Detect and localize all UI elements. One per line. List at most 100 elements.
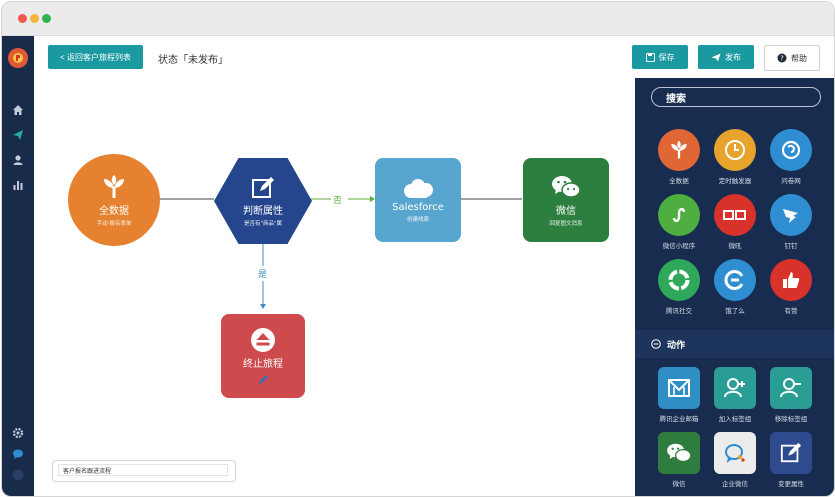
- action-remove-tag-group[interactable]: 移除标签组: [770, 367, 812, 423]
- search-label: 搜索: [666, 93, 686, 105]
- title-bar: [2, 2, 834, 36]
- trigger-label: 定时触发器: [718, 177, 752, 185]
- edit-icon: [770, 432, 812, 474]
- clock-icon: [714, 129, 756, 171]
- action-label: 微信: [672, 480, 686, 488]
- trigger-youzan[interactable]: 有赞: [770, 259, 812, 315]
- avatar[interactable]: [10, 467, 26, 483]
- pen-icon[interactable]: [257, 374, 269, 386]
- trigger-full-data[interactable]: 全数据: [658, 129, 700, 185]
- trigger-timer[interactable]: 定时触发器: [714, 129, 756, 185]
- node-judge-sub: 是否有"商品"属: [243, 220, 283, 227]
- collapse-minus-icon[interactable]: [651, 339, 661, 349]
- trigger-vhall[interactable]: 微吼: [714, 194, 756, 250]
- send-icon[interactable]: [10, 127, 26, 143]
- back-to-journey-list-button[interactable]: < 返回客户旅程列表: [48, 45, 143, 69]
- svg-text:?: ?: [780, 54, 784, 62]
- chat-icon[interactable]: [10, 446, 26, 462]
- edge-label-no: 否: [333, 196, 343, 206]
- trigger-label: 钉钉: [784, 242, 798, 250]
- wechat-icon: [552, 175, 581, 198]
- salesforce-cloud-icon: [404, 178, 433, 198]
- action-label: 腾讯企业邮箱: [659, 415, 699, 423]
- action-label: 变更属性: [778, 480, 804, 488]
- maximize-window-icon[interactable]: [42, 14, 51, 23]
- remove-user-icon: [770, 367, 812, 409]
- left-sidebar: [2, 36, 34, 496]
- node-wechat-title: 微信: [556, 205, 576, 217]
- help-button[interactable]: ? 帮助: [764, 45, 820, 71]
- node-full-data-sub: 手动·报名表单: [96, 220, 132, 227]
- settings-gear-icon[interactable]: [10, 425, 26, 441]
- component-panel: 搜索 全数据 定时触发器 问卷网 微信小程序 微吼 钉钉 腾讯社交 饿了么 有赞…: [635, 78, 834, 496]
- publish-status: 状态「未发布」: [158, 55, 228, 66]
- tencent-social-icon: [658, 259, 700, 301]
- trigger-miniprogram[interactable]: 微信小程序: [658, 194, 700, 250]
- add-user-icon: [714, 367, 756, 409]
- flow-canvas[interactable]: 否 是 全数据 手动·报名表单 判断属性 是否有"商品"属 Salesforce…: [34, 78, 635, 496]
- app-logo-icon[interactable]: [8, 48, 28, 68]
- close-window-icon[interactable]: [18, 14, 27, 23]
- miniprogram-icon: [658, 194, 700, 236]
- trigger-survey[interactable]: 问卷网: [770, 129, 812, 185]
- flow-name-input[interactable]: [58, 464, 228, 476]
- youzan-icon: [770, 259, 812, 301]
- app-window: < 返回客户旅程列表 状态「未发布」 保存 发布 ? 帮助 否 是 全数据 手动…: [1, 1, 835, 497]
- trigger-eleme[interactable]: 饿了么: [714, 259, 756, 315]
- eject-icon: [251, 327, 275, 352]
- edge-label-yes: 是: [258, 270, 268, 280]
- trigger-label: 有赞: [784, 307, 798, 315]
- node-salesforce-sub: 创建线索: [406, 216, 429, 223]
- chart-icon[interactable]: [10, 177, 26, 193]
- edge-yes-arrow: [260, 304, 266, 309]
- action-wechat[interactable]: 微信: [658, 432, 700, 488]
- action-work-wechat[interactable]: 企业微信: [714, 432, 756, 488]
- action-label: 移除标签组: [774, 415, 808, 423]
- save-button[interactable]: 保存: [632, 45, 688, 69]
- trigger-label: 微吼: [728, 242, 742, 250]
- action-add-tag-group[interactable]: 加入标签组: [714, 367, 756, 423]
- flow-connectors: [159, 196, 522, 309]
- trigger-label: 腾讯社交: [666, 307, 692, 315]
- actions-section-header[interactable]: 动作: [635, 330, 834, 358]
- user-icon[interactable]: [10, 152, 26, 168]
- search-box[interactable]: 搜索: [651, 87, 821, 107]
- home-icon[interactable]: [10, 102, 26, 118]
- node-judge-title: 判断属性: [243, 205, 283, 217]
- trigger-dingtalk[interactable]: 钉钉: [770, 194, 812, 250]
- eleme-icon: [714, 259, 756, 301]
- node-full-data[interactable]: 全数据 手动·报名表单: [68, 154, 160, 246]
- save-label: 保存: [658, 52, 675, 62]
- work-wechat-icon: [714, 432, 756, 474]
- publish-button[interactable]: 发布: [698, 45, 754, 69]
- flow-name-box: [52, 460, 236, 482]
- minimize-window-icon[interactable]: [30, 14, 39, 23]
- action-label: 加入标签组: [718, 415, 752, 423]
- trigger-label: 饿了么: [725, 307, 745, 315]
- tree-icon: [104, 174, 124, 198]
- action-label: 企业微信: [722, 480, 748, 488]
- action-change-attribute[interactable]: 变更属性: [770, 432, 812, 488]
- node-full-data-title: 全数据: [99, 205, 129, 217]
- node-wechat[interactable]: 微信 回复图文消息: [523, 158, 609, 242]
- trigger-tencent-social[interactable]: 腾讯社交: [658, 259, 700, 315]
- trigger-label: 全数据: [669, 177, 689, 185]
- help-label: 帮助: [791, 53, 807, 63]
- node-wechat-sub: 回复图文消息: [549, 220, 583, 227]
- trigger-label: 微信小程序: [662, 242, 696, 250]
- trigger-label: 问卷网: [781, 177, 801, 185]
- node-stop-title: 终止旅程: [243, 358, 283, 370]
- survey-icon: [770, 129, 812, 171]
- help-icon: ?: [777, 53, 787, 63]
- node-salesforce-title: Salesforce: [392, 201, 444, 213]
- vhall-icon: [714, 194, 756, 236]
- save-icon: [645, 52, 655, 62]
- action-tencent-mail[interactable]: 腾讯企业邮箱: [658, 367, 700, 423]
- paper-plane-icon: [711, 53, 721, 61]
- edit-icon: [252, 176, 274, 198]
- node-stop-journey[interactable]: 终止旅程: [221, 314, 305, 398]
- node-salesforce[interactable]: Salesforce 创建线索: [375, 158, 461, 242]
- tree-icon: [658, 129, 700, 171]
- top-header: < 返回客户旅程列表 状态「未发布」 保存 发布 ? 帮助: [34, 36, 834, 79]
- mail-icon: [658, 367, 700, 409]
